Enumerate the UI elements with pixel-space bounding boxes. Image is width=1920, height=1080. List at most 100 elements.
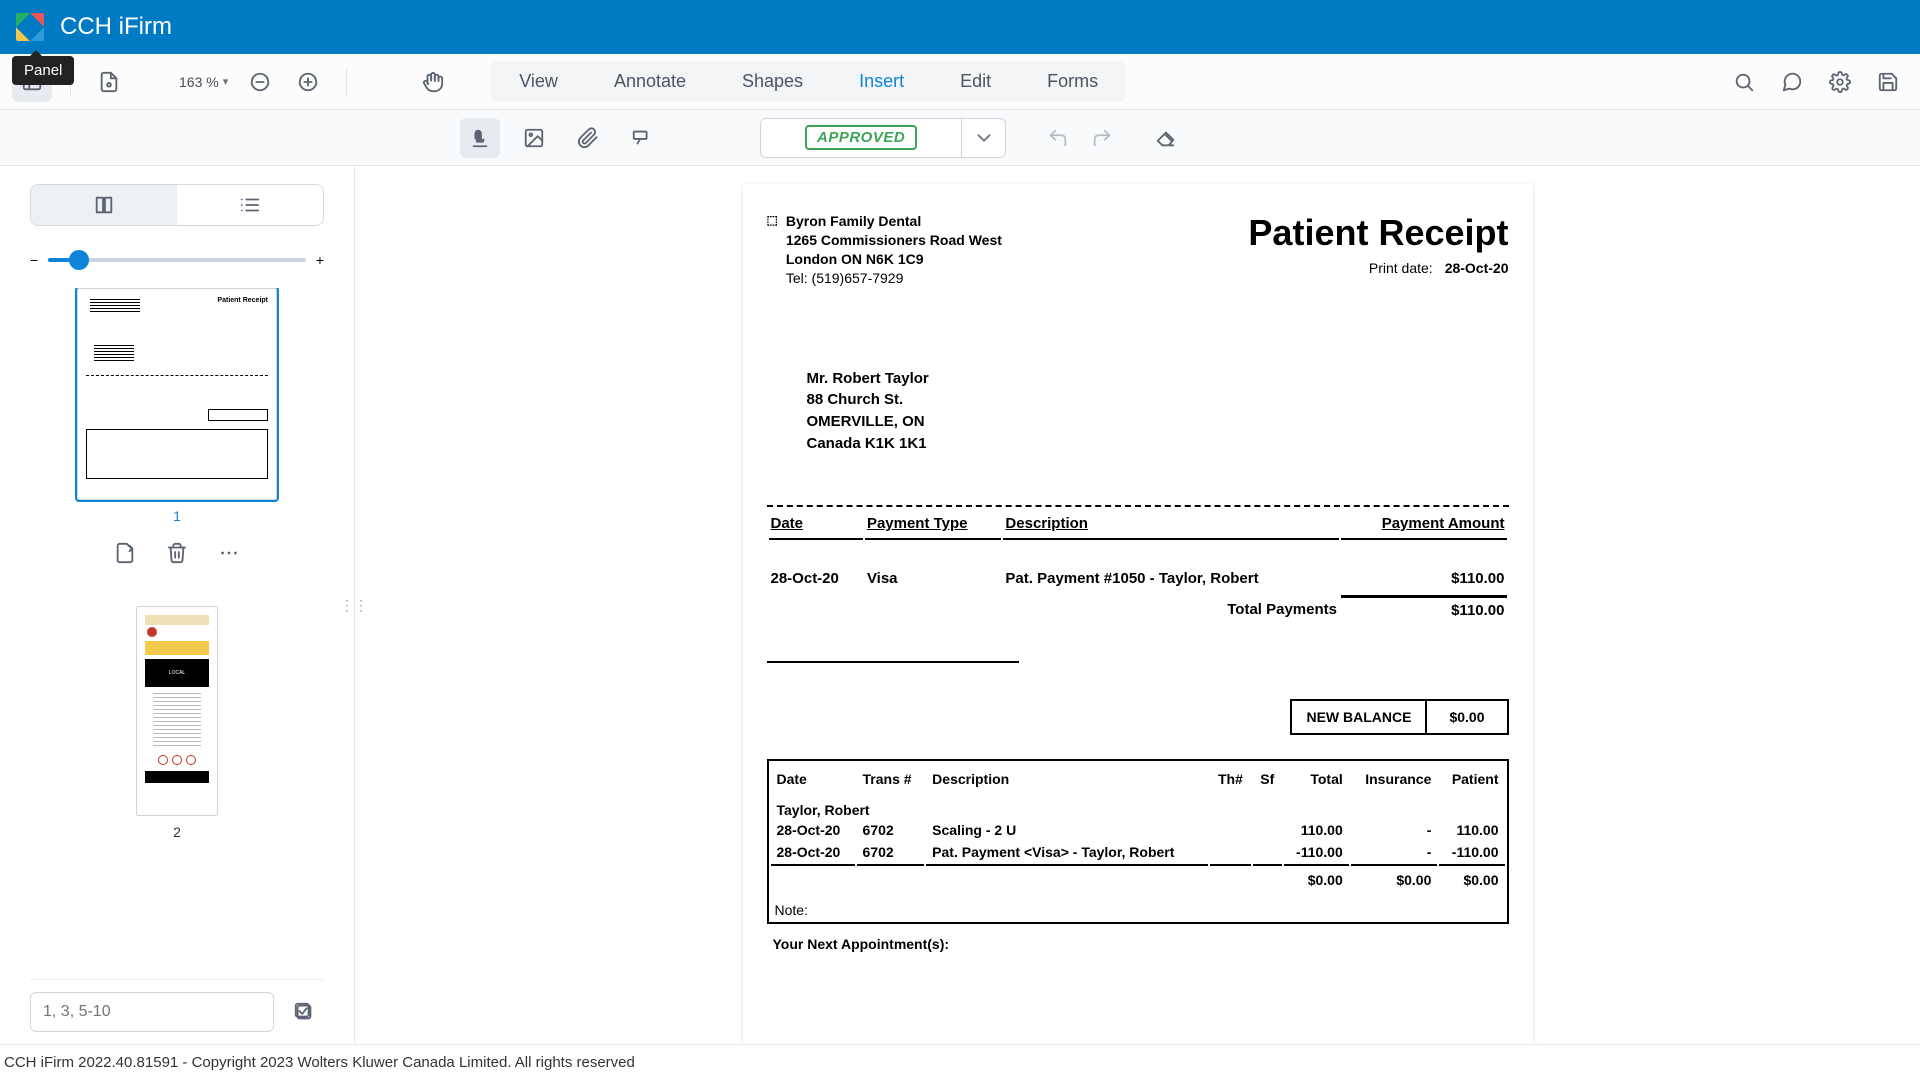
plus-icon: + (316, 252, 324, 268)
total-label: Total Payments (1003, 595, 1339, 625)
eraser-button[interactable] (1146, 118, 1186, 158)
pan-tool-button[interactable] (413, 62, 453, 102)
stamp-selector[interactable]: APPROVED (760, 118, 1006, 158)
tooltip-panel: Panel (12, 56, 74, 85)
thumbnails-list[interactable]: Patient Receipt 1 (30, 288, 324, 979)
tab-insert[interactable]: Insert (831, 61, 932, 102)
cell-desc: Pat. Payment #1050 - Taylor, Robert (1003, 542, 1339, 593)
clinic-logo-icon: ⬚ (767, 212, 778, 228)
zoom-value: 163 % (179, 74, 219, 90)
col-desc: Description (1003, 509, 1339, 540)
patient-address: Mr. Robert Taylor 88 Church St. OMERVILL… (807, 368, 1509, 455)
statusbar: CCH iFirm 2022.40.81591 - Copyright 2023… (0, 1044, 1920, 1080)
undo-button[interactable] (1038, 118, 1078, 158)
thumb-number: 1 (77, 508, 277, 524)
rotate-page-button[interactable] (108, 536, 142, 570)
slider-thumb[interactable] (69, 250, 89, 270)
comments-button[interactable] (1772, 62, 1812, 102)
page-range-row (30, 979, 324, 1032)
sidebar: − + Patient Receipt (0, 166, 355, 1044)
cell-date: 28-Oct-20 (769, 542, 863, 593)
divider (346, 68, 347, 96)
thumbnail-zoom-slider[interactable]: − + (30, 252, 324, 268)
toolbar-main: Panel 163 %▾ View Annotate Shapes Insert… (0, 54, 1920, 110)
patient-name: Mr. Robert Taylor (807, 368, 1509, 390)
zoom-out-button[interactable] (240, 62, 280, 102)
thumb-number: 2 (117, 824, 237, 840)
search-button[interactable] (1724, 62, 1764, 102)
redo-button[interactable] (1082, 118, 1122, 158)
col-date: Date (769, 509, 863, 540)
clinic-info: ⬚ Byron Family Dental 1265 Commissioners… (767, 212, 1002, 288)
note-label: Note: (769, 892, 1507, 922)
app-title: CCH iFirm (60, 13, 172, 41)
clinic-address1: 1265 Commissioners Road West (786, 231, 1002, 250)
page-range-input[interactable] (30, 992, 274, 1032)
balance-label: NEW BALANCE (1292, 701, 1427, 733)
divider (767, 661, 1019, 663)
tab-forms[interactable]: Forms (1019, 61, 1126, 102)
tab-view[interactable]: View (491, 61, 586, 102)
next-appointment-label: Your Next Appointment(s): (767, 924, 1509, 956)
thumbnail-actions (30, 536, 324, 570)
minus-icon: − (30, 252, 38, 268)
attachment-tool-button[interactable] (568, 118, 608, 158)
main-area: − + Patient Receipt (0, 166, 1920, 1044)
total-amount: $110.00 (1341, 595, 1507, 625)
select-pages-button[interactable] (284, 992, 324, 1032)
payment-table: Date Payment Type Description Payment Am… (767, 505, 1509, 627)
zoom-dropdown[interactable]: 163 %▾ (175, 74, 232, 90)
settings-button[interactable] (1820, 62, 1860, 102)
doc-title: Patient Receipt (1248, 212, 1508, 254)
callout-tool-button[interactable] (622, 118, 662, 158)
view-mode-button[interactable] (89, 62, 129, 102)
clinic-tel: (519)657-7929 (812, 270, 904, 286)
cell-amount: $110.00 (1341, 542, 1507, 593)
print-date-value: 28-Oct-20 (1445, 260, 1509, 276)
collapse-sidebar-handle[interactable]: ⋮⋮ (348, 585, 360, 625)
status-text: CCH iFirm 2022.40.81591 - Copyright 2023… (4, 1054, 635, 1071)
chevron-down-icon (961, 119, 1005, 157)
tab-edit[interactable]: Edit (932, 61, 1019, 102)
page-1: ⬚ Byron Family Dental 1265 Commissioners… (743, 184, 1533, 1044)
image-tool-button[interactable] (514, 118, 554, 158)
dcol-th: Th# (1210, 763, 1251, 796)
save-button[interactable] (1868, 62, 1908, 102)
toolbar-insert: APPROVED (0, 110, 1920, 166)
thumbnail-1[interactable]: Patient Receipt 1 (77, 288, 277, 524)
tab-shapes[interactable]: Shapes (714, 61, 831, 102)
thumbnails-panel-button[interactable] (31, 185, 177, 225)
dcol-desc: Description (926, 763, 1208, 796)
table-row: 28-Oct-20 Visa Pat. Payment #1050 - Tayl… (769, 542, 1507, 593)
titlebar: CCH iFirm (0, 0, 1920, 54)
app-logo (16, 13, 44, 41)
patient-country: Canada K1K 1K1 (807, 433, 1509, 455)
patient-city: OMERVILLE, ON (807, 411, 1509, 433)
tel-label: Tel: (786, 270, 808, 286)
col-type: Payment Type (865, 509, 1001, 540)
document-canvas[interactable]: ⬚ Byron Family Dental 1265 Commissioners… (355, 166, 1920, 1044)
balance-row: NEW BALANCE $0.00 (767, 699, 1509, 735)
cell-type: Visa (865, 542, 1001, 593)
slider-track[interactable] (48, 258, 306, 262)
table-row: 28-Oct-20 6702 Pat. Payment <Visa> - Tay… (771, 842, 1505, 862)
more-actions-button[interactable] (212, 536, 246, 570)
thumbnail-2[interactable]: LOCAL 2 (117, 606, 237, 840)
patient-street: 88 Church St. (807, 389, 1509, 411)
col-amount: Payment Amount (1341, 509, 1507, 540)
stamp-tool-button[interactable] (460, 118, 500, 158)
outline-panel-button[interactable] (177, 185, 323, 225)
tab-strip: View Annotate Shapes Insert Edit Forms (491, 61, 1126, 102)
table-row: 28-Oct-20 6702 Scaling - 2 U 110.00 - 11… (771, 820, 1505, 840)
tab-annotate[interactable]: Annotate (586, 61, 714, 102)
zoom-in-button[interactable] (288, 62, 328, 102)
dcol-trans: Trans # (857, 763, 925, 796)
detail-totals: $0.00 $0.00 $0.00 (771, 864, 1505, 890)
total-row: Total Payments $110.00 (769, 595, 1507, 625)
clinic-name: Byron Family Dental (786, 212, 1002, 231)
detail-section: Taylor, Robert (771, 798, 1505, 818)
delete-page-button[interactable] (160, 536, 194, 570)
dcol-total: Total (1284, 763, 1349, 796)
panel-switch (30, 184, 324, 226)
print-date-label: Print date: (1369, 260, 1433, 276)
